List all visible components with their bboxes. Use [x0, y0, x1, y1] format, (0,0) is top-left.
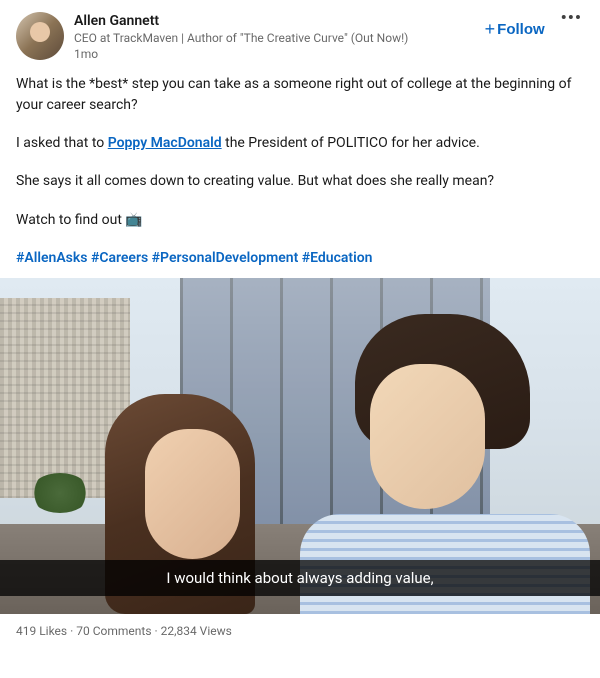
post-header: Allen Gannett CEO at TrackMaven | Author…: [16, 12, 584, 62]
overflow-menu-icon[interactable]: •••: [559, 10, 584, 27]
comments-count[interactable]: 70 Comments: [76, 624, 151, 638]
video-caption: I would think about always adding value,: [0, 560, 600, 596]
author-name[interactable]: Allen Gannett: [74, 12, 477, 30]
plus-icon: +: [485, 20, 496, 38]
post-card: Allen Gannett CEO at TrackMaven | Author…: [0, 0, 600, 650]
header-actions: + Follow •••: [485, 12, 584, 38]
post-content: What is the *best* step you can take as …: [16, 74, 584, 268]
content-paragraph: She says it all comes down to creating v…: [16, 171, 584, 191]
content-paragraph: I asked that to Poppy MacDonald the Pres…: [16, 133, 584, 153]
follow-button[interactable]: + Follow: [485, 12, 545, 38]
post-timestamp: 1mo: [74, 47, 477, 63]
post-stats: 419 Likes · 70 Comments · 22,834 Views: [16, 614, 584, 642]
content-paragraph: What is the *best* step you can take as …: [16, 74, 584, 115]
text-pre-mention: I asked that to: [16, 135, 108, 151]
author-headline: CEO at TrackMaven | Author of "The Creat…: [74, 31, 477, 47]
author-meta: Allen Gannett CEO at TrackMaven | Author…: [74, 12, 477, 62]
follow-label: Follow: [497, 21, 545, 38]
content-paragraph: Watch to find out 📺: [16, 210, 584, 230]
views-count[interactable]: 22,834 Views: [161, 624, 232, 638]
mention-link[interactable]: Poppy MacDonald: [108, 135, 222, 151]
video-player[interactable]: I would think about always adding value,: [0, 278, 600, 614]
likes-count[interactable]: 419 Likes: [16, 624, 67, 638]
hashtags[interactable]: #AllenAsks #Careers #PersonalDevelopment…: [16, 248, 584, 268]
text-post-mention: the President of POLITICO for her advice…: [222, 135, 480, 151]
author-avatar[interactable]: [16, 12, 64, 60]
